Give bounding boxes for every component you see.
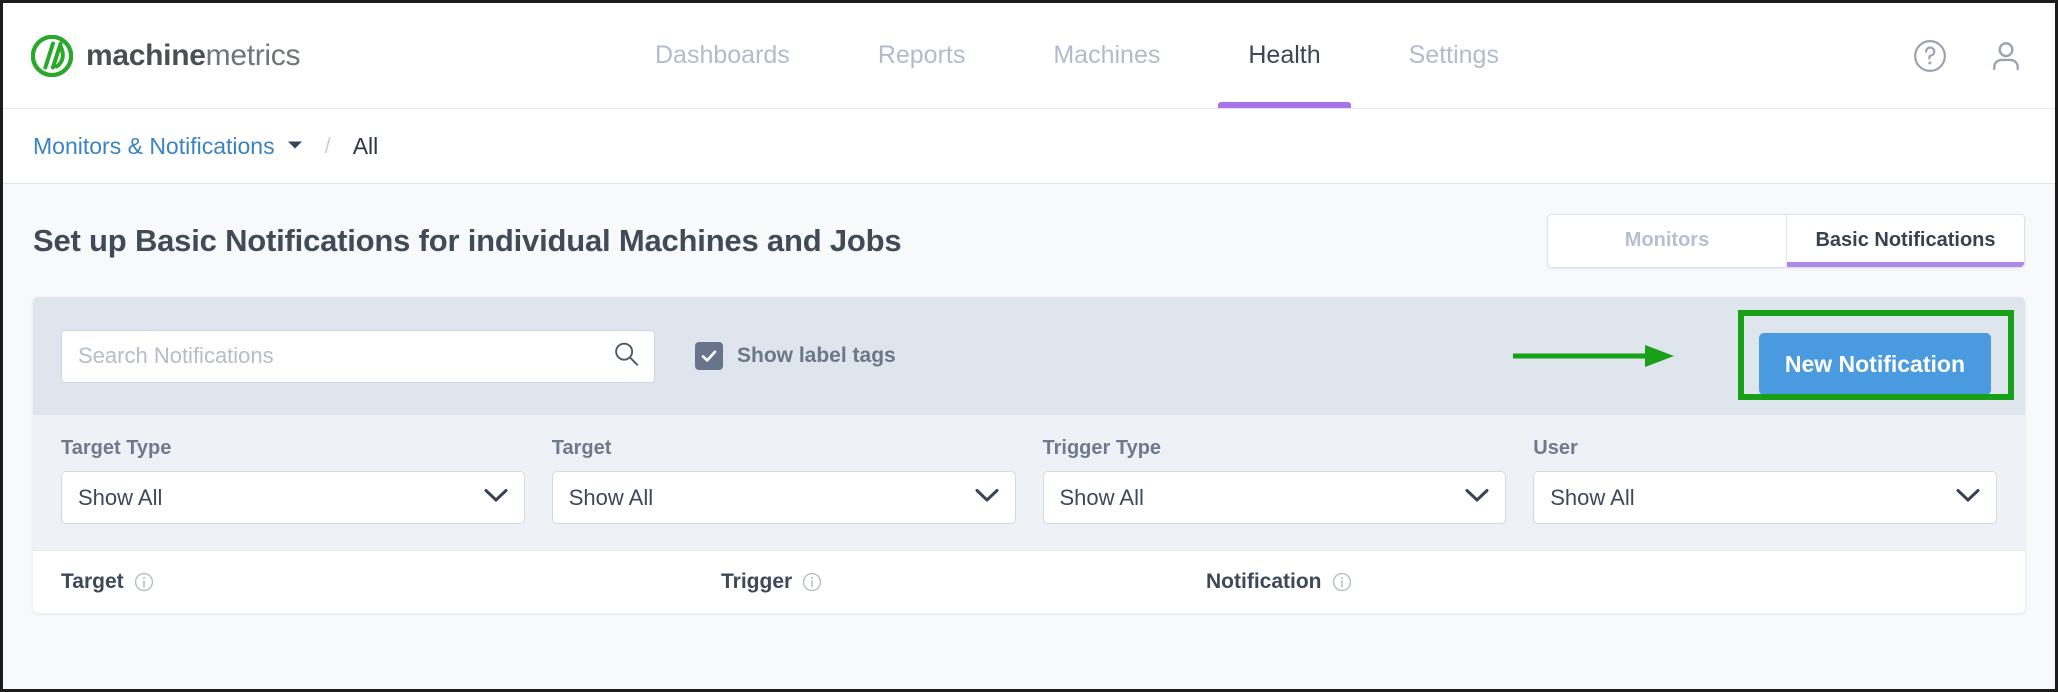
checkmark-icon: [701, 350, 717, 362]
page-header-row: Set up Basic Notifications for individua…: [33, 184, 2025, 297]
help-circle-icon[interactable]: [1911, 37, 1949, 75]
nav-item-health[interactable]: Health: [1204, 3, 1364, 108]
chevron-down-icon[interactable]: [287, 137, 303, 155]
annotation-arrow-icon: [1513, 345, 1674, 367]
breadcrumb-separator: /: [324, 133, 331, 158]
brand-wordmark: machinemetrics: [86, 38, 301, 73]
filter-label-trigger-type: Trigger Type: [1042, 437, 1162, 459]
column-header-notification-label: Notification: [1206, 570, 1322, 593]
column-header-target[interactable]: Target: [61, 570, 721, 594]
checkbox-box-checked[interactable]: [695, 342, 723, 370]
filter-row: Target Type Show All Target Show All Tri…: [33, 415, 2025, 550]
nav-item-dashboards[interactable]: Dashboards: [611, 3, 834, 108]
machinemetrics-logo-icon: [31, 34, 73, 77]
trigger-type-select-value: Show All: [1059, 484, 1144, 510]
filter-target: Target Show All: [551, 437, 1016, 524]
tab-monitors[interactable]: Monitors: [1548, 214, 1786, 267]
brand-name-light: metrics: [205, 38, 301, 72]
app-window: machinemetrics Dashboards Reports Machin…: [0, 0, 2058, 692]
target-select-value: Show All: [568, 484, 654, 510]
filter-user: User Show All: [1533, 437, 1997, 524]
target-select[interactable]: Show All: [551, 471, 1016, 524]
show-label-tags-label: Show label tags: [737, 344, 896, 367]
filter-label-target-type: Target Type: [61, 437, 172, 459]
chevron-down-icon: [1465, 488, 1489, 508]
chevron-down-icon: [1956, 488, 1980, 508]
nav-item-settings[interactable]: Settings: [1365, 3, 1543, 108]
trigger-type-select[interactable]: Show All: [1042, 471, 1507, 524]
breadcrumb-link-monitors-notifications[interactable]: Monitors & Notifications: [33, 133, 275, 160]
nav-item-machines[interactable]: Machines: [1009, 3, 1204, 108]
target-type-select-value: Show All: [78, 484, 163, 510]
notifications-toolbar: Show label tags New Notification: [33, 297, 2025, 415]
page-content: Set up Basic Notifications for individua…: [3, 184, 2055, 689]
search-field-wrapper: [61, 329, 655, 383]
user-select-value: Show All: [1550, 484, 1635, 510]
view-mode-segmented-control: Monitors Basic Notifications: [1547, 213, 2025, 268]
search-input[interactable]: [61, 329, 655, 383]
filter-label-user: User: [1533, 437, 1578, 459]
primary-nav: Dashboards Reports Machines Health Setti…: [611, 3, 1543, 108]
page-title: Set up Basic Notifications for individua…: [33, 222, 902, 258]
breadcrumb-current-all: All: [352, 132, 379, 159]
top-navigation-bar: machinemetrics Dashboards Reports Machin…: [3, 3, 2055, 109]
brand-logo-link[interactable]: machinemetrics: [31, 34, 301, 77]
nav-utility-icons: [1911, 3, 2025, 108]
breadcrumb: Monitors & Notifications / All: [3, 109, 2055, 184]
user-account-icon[interactable]: [1987, 37, 2025, 75]
column-header-trigger[interactable]: Trigger: [721, 570, 1206, 594]
info-circle-icon[interactable]: [801, 571, 823, 593]
brand-name-bold: machine: [86, 38, 206, 72]
column-header-notification[interactable]: Notification: [1206, 570, 1606, 594]
show-label-tags-checkbox[interactable]: Show label tags: [695, 342, 896, 370]
new-notification-button[interactable]: New Notification: [1758, 333, 1991, 395]
notifications-table-header: Target Trigger Notification: [33, 550, 2025, 613]
user-select[interactable]: Show All: [1533, 471, 1997, 524]
search-icon[interactable]: [611, 339, 641, 374]
chevron-down-icon: [975, 488, 999, 508]
info-circle-icon[interactable]: [1331, 571, 1353, 593]
chevron-down-icon: [484, 488, 508, 508]
filter-trigger-type: Trigger Type Show All: [1042, 437, 1507, 524]
target-type-select[interactable]: Show All: [61, 471, 525, 524]
nav-item-reports[interactable]: Reports: [834, 3, 1010, 108]
notifications-card: Show label tags New Notification Target …: [33, 297, 2025, 613]
tab-basic-notifications[interactable]: Basic Notifications: [1786, 214, 2024, 267]
column-header-trigger-label: Trigger: [721, 570, 793, 593]
column-header-target-label: Target: [61, 570, 124, 593]
filter-label-target: Target: [551, 437, 612, 459]
filter-target-type: Target Type Show All: [61, 437, 525, 524]
info-circle-icon[interactable]: [133, 571, 155, 593]
